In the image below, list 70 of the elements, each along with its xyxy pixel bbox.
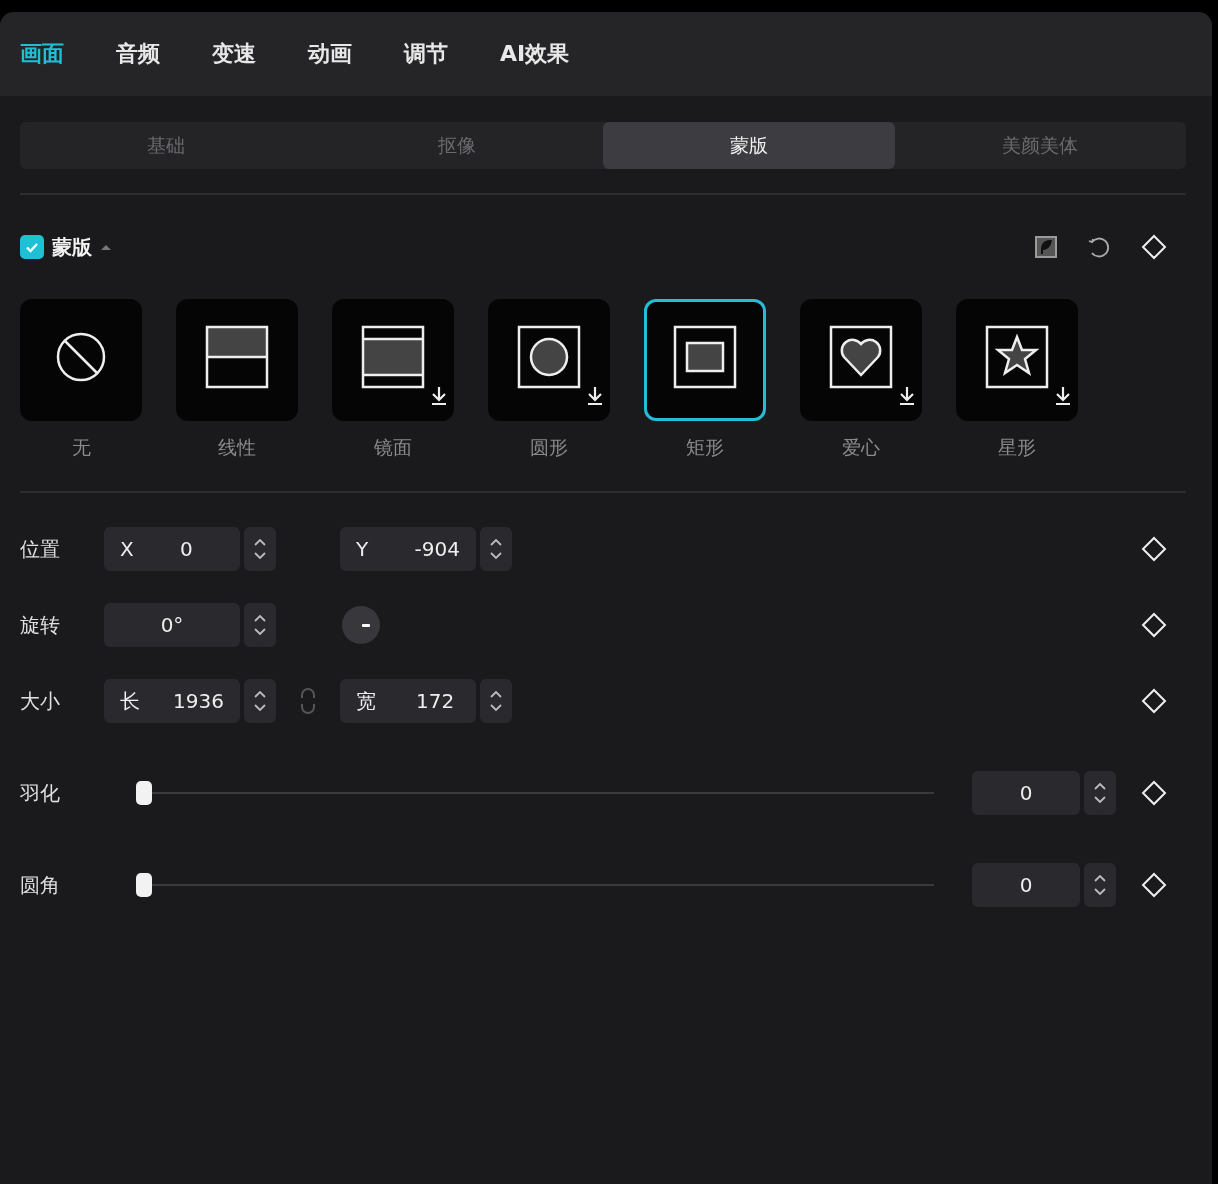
keyframe-icon[interactable]: [1140, 233, 1168, 261]
mask-shape-button[interactable]: [176, 299, 298, 421]
shape-label: 镜面: [374, 435, 412, 460]
tab[interactable]: 音频: [116, 39, 160, 69]
field-prefix: X: [120, 537, 135, 561]
checkbox[interactable]: [20, 235, 44, 259]
stepper-button[interactable]: [244, 679, 276, 723]
row-label: 位置: [20, 535, 61, 563]
stepper-button[interactable]: [480, 527, 512, 571]
mask-shape-button[interactable]: [20, 299, 142, 421]
value-field[interactable]: 0: [972, 863, 1080, 907]
subtab[interactable]: 蒙版: [603, 122, 895, 169]
keyframe-icon[interactable]: [1140, 535, 1168, 563]
shape-label: 圆形: [530, 435, 568, 460]
length-field[interactable]: 长 1936: [104, 679, 240, 723]
up-down-chevron-icon: [253, 537, 267, 561]
mask-shape-button[interactable]: [644, 299, 766, 421]
shape-label: 星形: [998, 435, 1036, 460]
shape-label: 爱心: [842, 435, 880, 460]
stepper-button[interactable]: [1084, 863, 1116, 907]
field-value: 0: [1019, 781, 1033, 805]
stepper-button[interactable]: [244, 527, 276, 571]
keyframe-icon[interactable]: [1140, 611, 1168, 639]
slider-thumb[interactable]: [136, 873, 152, 897]
tab[interactable]: 变速: [212, 39, 256, 69]
up-down-chevron-icon: [1093, 873, 1107, 897]
up-down-chevron-icon: [253, 689, 267, 713]
tab[interactable]: 画面: [20, 39, 64, 69]
field-prefix: 宽: [356, 687, 377, 715]
mask-shape-button[interactable]: [956, 299, 1078, 421]
tab[interactable]: 调节: [404, 39, 448, 69]
width-field[interactable]: 宽 172: [340, 679, 476, 723]
value-field[interactable]: 0: [972, 771, 1080, 815]
invert-icon[interactable]: [1034, 235, 1058, 259]
field-value: 0°: [160, 613, 184, 637]
keyframe-icon[interactable]: [1140, 871, 1168, 899]
shape-label: 矩形: [686, 435, 724, 460]
mask-shape-button[interactable]: [488, 299, 610, 421]
field-prefix: 长: [120, 687, 141, 715]
row-label: 羽化: [20, 779, 61, 807]
caret-icon[interactable]: [100, 243, 112, 251]
mask-shape-button[interactable]: [800, 299, 922, 421]
field-value: 1936: [173, 689, 224, 713]
field-value: 0: [1019, 873, 1033, 897]
y-field[interactable]: Y -904: [340, 527, 476, 571]
rotation-field[interactable]: 0°: [104, 603, 240, 647]
x-field[interactable]: X 0: [104, 527, 240, 571]
shape-label: 无: [71, 435, 91, 460]
slider-thumb[interactable]: [136, 781, 152, 805]
stepper-button[interactable]: [480, 679, 512, 723]
mask-shape-button[interactable]: [332, 299, 454, 421]
row-label: 旋转: [20, 611, 61, 639]
row-label: 大小: [20, 687, 61, 715]
up-down-chevron-icon: [489, 537, 503, 561]
stepper-button[interactable]: [1084, 771, 1116, 815]
up-down-chevron-icon: [1093, 781, 1107, 805]
shape-label: 线性: [218, 435, 256, 460]
stepper-button[interactable]: [244, 603, 276, 647]
keyframe-icon[interactable]: [1140, 687, 1168, 715]
field-prefix: Y: [356, 537, 370, 561]
up-down-chevron-icon: [253, 613, 267, 637]
field-value: 0: [180, 537, 194, 561]
keyframe-icon[interactable]: [1140, 779, 1168, 807]
up-down-chevron-icon: [489, 689, 503, 713]
tab[interactable]: 动画: [308, 39, 352, 69]
row-label: 圆角: [20, 871, 61, 899]
section-title: 蒙版: [52, 233, 92, 261]
field-value: 172: [416, 689, 456, 713]
tab[interactable]: AI效果: [500, 39, 570, 69]
field-value: -904: [414, 537, 460, 561]
